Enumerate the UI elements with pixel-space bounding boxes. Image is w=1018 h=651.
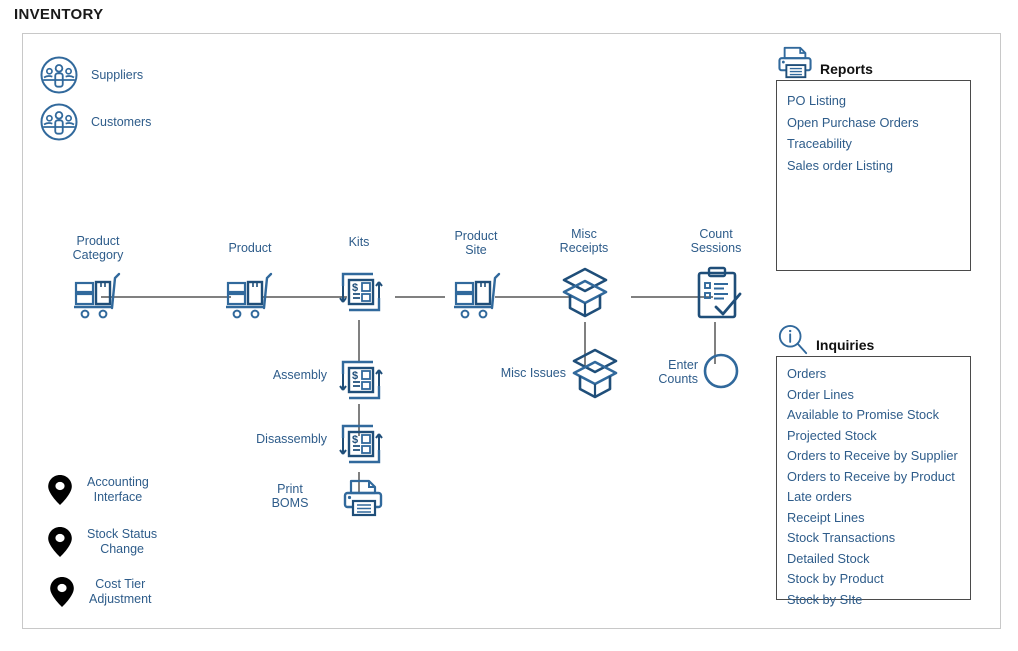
node-label: Product [228, 241, 272, 255]
hand-truck-icon [70, 272, 126, 322]
inquiry-item[interactable]: Orders to Receive by Supplier [787, 446, 960, 467]
node-label: Count Sessions [690, 227, 742, 255]
node-label: Assembly [272, 368, 327, 382]
entity-customers[interactable]: Customers [39, 102, 151, 142]
printer-icon [776, 45, 814, 80]
report-item[interactable]: PO Listing [787, 90, 960, 112]
reports-header: Reports [776, 44, 971, 80]
process-label: Stock Status Change [87, 527, 158, 556]
hand-truck-icon [222, 272, 278, 322]
people-circle-icon [39, 55, 79, 95]
info-magnifier-icon [776, 324, 810, 356]
report-item[interactable]: Traceability [787, 133, 960, 155]
diagram-canvas: Suppliers Customers Product Category Pro… [22, 33, 1001, 629]
map-pin-icon [47, 526, 73, 558]
inquiry-item[interactable]: Detailed Stock [787, 549, 960, 570]
node-label: Enter Counts [658, 358, 698, 386]
inquiry-item[interactable]: Orders to Receive by Product [787, 467, 960, 488]
process-label: Cost Tier Adjustment [89, 577, 152, 606]
svg-text:$: $ [352, 370, 358, 382]
node-label: Product Category [72, 234, 124, 262]
people-circle-icon [39, 102, 79, 142]
inquiries-panel: Inquiries Orders Order Lines Available t… [776, 322, 971, 607]
map-pin-icon [47, 474, 73, 506]
inquiry-item[interactable]: Projected Stock [787, 426, 960, 447]
clipboard-check-icon [694, 265, 744, 321]
reports-title: Reports [820, 61, 873, 77]
process-label: Accounting Interface [87, 475, 149, 504]
process-cost-tier-adjustment[interactable]: Cost Tier Adjustment [49, 576, 152, 608]
node-label: Print BOMS [271, 482, 309, 510]
inquiry-item[interactable]: Stock by SIte [787, 590, 960, 611]
svg-text:$: $ [352, 434, 358, 446]
inquiry-item[interactable]: Available to Promise Stock [787, 405, 960, 426]
inquiry-item[interactable]: Stock by Product [787, 569, 960, 590]
process-accounting-interface[interactable]: Accounting Interface [47, 474, 149, 506]
node-label: Misc Issues [500, 366, 566, 380]
reports-panel: Reports PO Listing Open Purchase Orders … [776, 44, 971, 271]
open-box-icon [558, 263, 612, 321]
inquiry-item[interactable]: Receipt Lines [787, 508, 960, 529]
inquiry-item[interactable]: Orders [787, 364, 960, 385]
node-label: Disassembly [256, 432, 327, 446]
map-pin-icon [49, 576, 75, 608]
kit-bom-icon: $ [335, 266, 387, 318]
reports-list: PO Listing Open Purchase Orders Traceabi… [776, 80, 971, 271]
node-label: Kits [348, 235, 370, 249]
entity-label: Customers [91, 115, 152, 129]
inquiries-list: Orders Order Lines Available to Promise … [776, 356, 971, 607]
page-title: INVENTORY [14, 6, 104, 23]
circle-icon [701, 351, 741, 391]
inquiry-item[interactable]: Order Lines [787, 385, 960, 406]
connector-kits-site [395, 296, 445, 298]
process-stock-status-change[interactable]: Stock Status Change [47, 526, 157, 558]
inquiries-title: Inquiries [816, 337, 875, 353]
report-item[interactable]: Sales order Listing [787, 155, 960, 177]
node-label: Misc Receipts [559, 227, 609, 255]
inquiry-item[interactable]: Late orders [787, 487, 960, 508]
node-label: Product Site [454, 229, 498, 257]
entity-label: Suppliers [91, 68, 144, 82]
open-box-icon [568, 344, 622, 402]
inquiry-item[interactable]: Stock Transactions [787, 528, 960, 549]
hand-truck-icon [450, 272, 506, 322]
report-item[interactable]: Open Purchase Orders [787, 112, 960, 134]
svg-text:$: $ [352, 282, 358, 294]
kit-bom-icon: $ [335, 418, 387, 470]
kit-bom-icon: $ [335, 354, 387, 406]
entity-suppliers[interactable]: Suppliers [39, 55, 143, 95]
printer-icon [341, 478, 385, 518]
inquiries-header: Inquiries [776, 322, 971, 356]
